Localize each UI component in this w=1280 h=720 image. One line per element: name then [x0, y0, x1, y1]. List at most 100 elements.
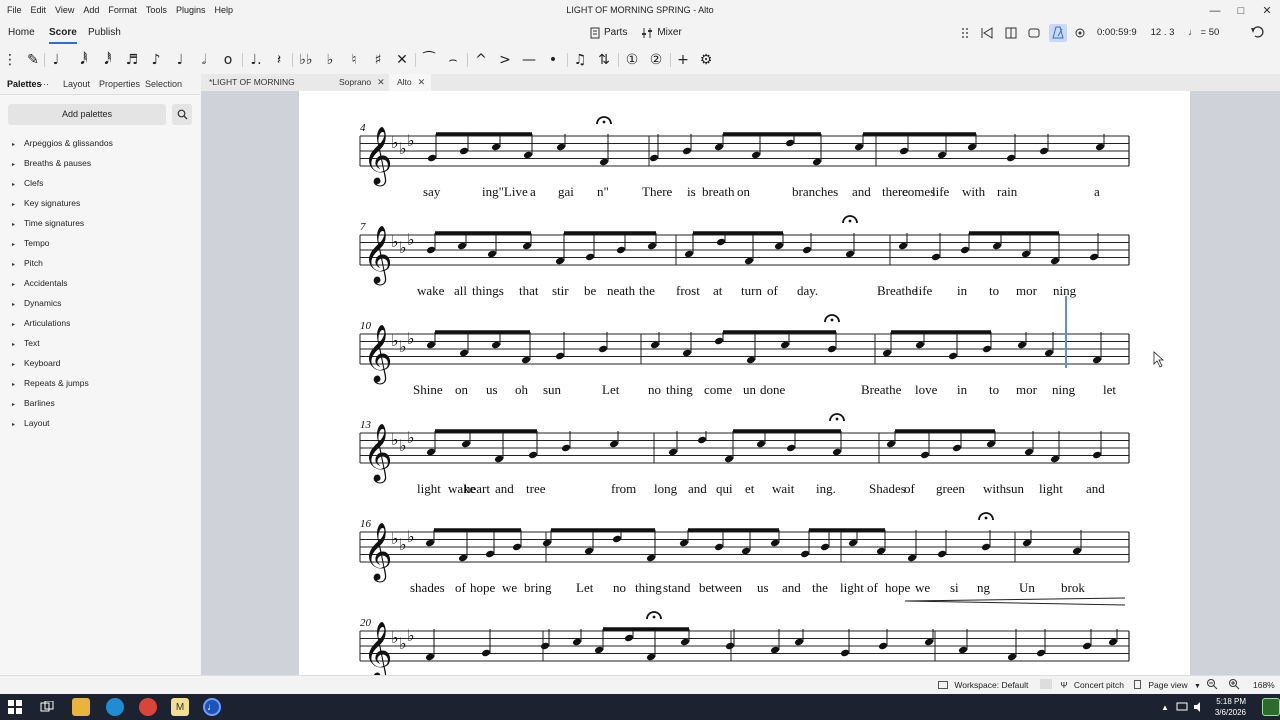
- lyric-syllable[interactable]: the: [812, 580, 828, 595]
- lyric-syllable[interactable]: say: [423, 184, 441, 199]
- lyric-syllable[interactable]: with: [983, 481, 1007, 496]
- menu-tools[interactable]: Tools: [141, 0, 171, 21]
- lyric-syllable[interactable]: let: [1103, 382, 1116, 397]
- lyric-syllable[interactable]: sun: [543, 382, 562, 397]
- lyric-syllable[interactable]: ing.: [816, 481, 836, 496]
- lyric-syllable[interactable]: on: [737, 184, 751, 199]
- palette-item[interactable]: ▸ Dynamics: [12, 296, 61, 310]
- palette-item[interactable]: ▸ Keyboard: [12, 356, 60, 370]
- lyric-syllable[interactable]: a: [1094, 184, 1100, 199]
- lyric-syllable[interactable]: light: [1039, 481, 1063, 496]
- lyric-syllable[interactable]: come: [704, 382, 732, 397]
- volume-icon[interactable]: [1190, 698, 1208, 716]
- menu-view[interactable]: View: [50, 0, 78, 21]
- augmentation-dot-icon[interactable]: ♩.: [246, 49, 266, 71]
- half-note-icon[interactable]: 𝅗𝅥: [194, 49, 214, 71]
- tab-selection-filter[interactable]: Selection filter: [145, 74, 200, 110]
- musescore-app-icon[interactable]: ♩: [203, 698, 221, 716]
- menu-add[interactable]: Add: [78, 0, 103, 21]
- lyric-syllable[interactable]: no: [648, 382, 661, 397]
- lyric-syllable[interactable]: we: [915, 580, 930, 595]
- chrome-browser-icon[interactable]: [139, 698, 157, 716]
- menu-plugins[interactable]: Plugins: [171, 0, 210, 21]
- undo-icon[interactable]: [1250, 25, 1264, 48]
- score-tab-main[interactable]: *LIGHT OF MORNING SPRING✕: [201, 74, 325, 104]
- system-clock[interactable]: 5:18 PM 3/6/2026: [1215, 696, 1246, 718]
- input-mode-icon[interactable]: ♩: [46, 49, 66, 71]
- flat-icon[interactable]: ♭: [320, 49, 340, 71]
- lyric-syllable[interactable]: Breathe: [861, 382, 902, 397]
- lyric-syllable[interactable]: neath: [607, 283, 636, 298]
- palette-item[interactable]: ▸ Layout: [12, 416, 50, 430]
- add-icon[interactable]: +: [673, 49, 693, 71]
- minimize-button[interactable]: —: [1202, 0, 1228, 21]
- add-palettes-button[interactable]: Add palettes: [8, 104, 166, 125]
- lyric-syllable[interactable]: et: [745, 481, 755, 496]
- lyric-syllable[interactable]: wake: [417, 283, 445, 298]
- lyric-syllable[interactable]: light: [417, 481, 441, 496]
- lyric-syllable[interactable]: hope: [885, 580, 911, 595]
- palette-item[interactable]: ▸ Tempo: [12, 236, 50, 250]
- lyric-syllable[interactable]: hope: [470, 580, 496, 595]
- tab-score[interactable]: Score: [49, 21, 77, 44]
- lyric-syllable[interactable]: and: [852, 184, 871, 199]
- whole-note-icon[interactable]: o: [218, 49, 238, 71]
- voice-1-icon[interactable]: ①: [622, 49, 642, 71]
- lyric-syllable[interactable]: day.: [797, 283, 818, 298]
- lyric-syllable[interactable]: Let: [602, 382, 620, 397]
- lyric-syllable[interactable]: us: [757, 580, 769, 595]
- lyric-syllable[interactable]: the: [639, 283, 655, 298]
- palette-item[interactable]: ▸ Articulations: [12, 316, 70, 330]
- score-notation[interactable]: Gone is win ter's si lence a mid the col…: [299, 91, 1190, 675]
- zoom-out-icon[interactable]: [1206, 676, 1218, 694]
- lyric-syllable[interactable]: with: [962, 184, 986, 199]
- palette-item[interactable]: ▸ Repeats & jumps: [12, 376, 89, 390]
- lyric-syllable[interactable]: ning: [1053, 283, 1077, 298]
- lyric-syllable[interactable]: is: [687, 184, 696, 199]
- close-icon[interactable]: ✕: [377, 77, 385, 87]
- view-mode-select[interactable]: Page view ▼: [1134, 676, 1201, 694]
- sharp-icon[interactable]: ♯: [368, 49, 388, 71]
- palette-item[interactable]: ▸ Breaths & pauses: [12, 156, 91, 170]
- menu-help[interactable]: Help: [209, 0, 237, 21]
- metronome-button[interactable]: [1049, 23, 1067, 42]
- 32nd-note-icon[interactable]: 𝅘𝅥𝅱: [98, 49, 118, 71]
- edge-browser-icon[interactable]: [106, 698, 124, 716]
- score-canvas[interactable]: Gone is win ter's si lence a mid the col…: [201, 91, 1280, 675]
- playback-settings-icon[interactable]: [1073, 26, 1087, 40]
- lyric-syllable[interactable]: wait: [772, 481, 795, 496]
- quarter-note-icon[interactable]: ♩: [170, 49, 190, 71]
- lyric-syllable[interactable]: be: [584, 283, 597, 298]
- tab-publish[interactable]: Publish: [88, 21, 121, 44]
- file-explorer-icon[interactable]: [72, 698, 90, 716]
- palette-item[interactable]: ▸ Arpeggios & glissandos: [12, 136, 113, 150]
- maximize-button[interactable]: □: [1228, 0, 1254, 21]
- parts-button[interactable]: Parts: [590, 27, 627, 39]
- mixer-button[interactable]: Mixer: [641, 27, 682, 39]
- lyric-syllable[interactable]: and: [782, 580, 801, 595]
- lyric-syllable[interactable]: Let: [576, 580, 594, 595]
- lyric-syllable[interactable]: life: [915, 283, 933, 298]
- lyric-syllable[interactable]: no: [613, 580, 626, 595]
- task-view-icon[interactable]: [38, 698, 56, 716]
- palette-item[interactable]: ▸ Barlines: [12, 396, 55, 410]
- lyric-syllable[interactable]: light: [840, 580, 864, 595]
- flip-direction-icon[interactable]: ⇅: [594, 49, 614, 71]
- lyric-syllable[interactable]: ng: [977, 580, 991, 595]
- lyric-syllable[interactable]: all: [454, 283, 467, 298]
- lyric-syllable[interactable]: mor: [1016, 382, 1038, 397]
- rest-icon[interactable]: 𝄽: [269, 49, 289, 71]
- marcato-icon[interactable]: ^: [471, 49, 491, 71]
- concert-pitch-toggle[interactable]: Ψ Concert pitch: [1040, 676, 1124, 694]
- lyric-syllable[interactable]: Shine: [413, 382, 443, 397]
- double-flat-icon[interactable]: ♭♭: [296, 49, 316, 71]
- lyric-syllable[interactable]: that: [519, 283, 539, 298]
- network-icon[interactable]: [1173, 698, 1191, 716]
- lyric-syllable[interactable]: a: [530, 184, 536, 199]
- slur-icon[interactable]: ⌢: [443, 49, 463, 71]
- loop-icon[interactable]: [1027, 26, 1041, 40]
- pencil-icon[interactable]: ✎: [23, 49, 43, 71]
- palette-item[interactable]: ▸ Clefs: [12, 176, 43, 190]
- windows-start-icon[interactable]: [6, 698, 24, 716]
- lyric-syllable[interactable]: oh: [515, 382, 529, 397]
